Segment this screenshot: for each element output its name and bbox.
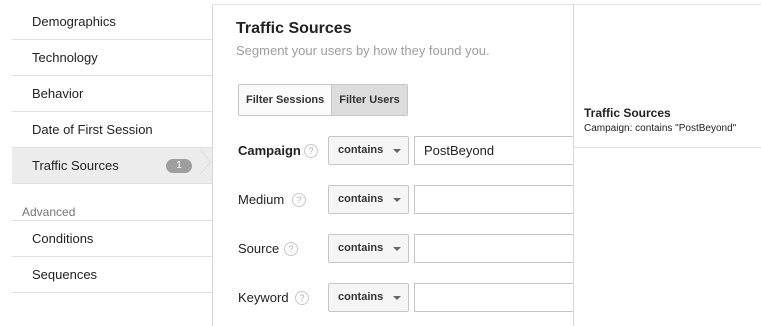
operator-value: contains <box>338 242 384 254</box>
sidebar-item-conditions[interactable]: Conditions <box>12 221 212 257</box>
sidebar-item-behavior[interactable]: Behavior <box>12 76 212 112</box>
sidebar-item-traffic-sources[interactable]: Traffic Sources 1 <box>12 148 212 184</box>
filter-value-input[interactable] <box>414 234 574 263</box>
help-icon[interactable]: ? <box>295 291 309 305</box>
help-icon[interactable]: ? <box>304 144 318 158</box>
chevron-down-icon <box>393 198 401 202</box>
top-divider <box>212 4 761 5</box>
filter-sessions-button[interactable]: Filter Sessions <box>239 85 332 115</box>
sidebar-item-date-of-first-session[interactable]: Date of First Session <box>12 112 212 148</box>
filter-label: Source <box>238 241 280 256</box>
sidebar-item-label: Demographics <box>32 14 116 29</box>
operator-select[interactable]: contains <box>328 136 409 165</box>
filter-scope-toggle: Filter Sessions Filter Users <box>238 84 408 116</box>
filter-row-keyword: Keyword ? contains <box>238 283 578 313</box>
sidebar-item-demographics[interactable]: Demographics <box>12 4 212 40</box>
filter-row-medium: Medium ? contains <box>238 185 578 215</box>
summary-title: Traffic Sources <box>584 106 671 120</box>
filter-count-badge: 1 <box>166 159 192 173</box>
chevron-down-icon <box>393 247 401 251</box>
sidebar-item-label: Behavior <box>32 86 84 101</box>
filter-label: Keyword <box>238 290 289 305</box>
advanced-section-label: Advanced <box>22 205 76 219</box>
sidebar-item-label: Conditions <box>32 231 94 246</box>
help-icon[interactable]: ? <box>292 193 306 207</box>
chevron-down-icon <box>393 149 401 153</box>
sidebar-item-label: Technology <box>32 50 98 65</box>
sidebar-item-label: Sequences <box>32 267 98 282</box>
sidebar-divider <box>212 4 213 326</box>
summary-divider <box>573 147 761 148</box>
operator-value: contains <box>338 193 384 205</box>
filter-label: Campaign <box>238 143 301 158</box>
operator-select[interactable]: contains <box>328 185 409 214</box>
filter-users-button[interactable]: Filter Users <box>331 85 407 115</box>
sidebar-item-sequences[interactable]: Sequences <box>12 257 212 293</box>
sidebar-item-label: Date of First Session <box>32 122 153 137</box>
operator-value: contains <box>338 291 384 303</box>
sidebar-item-label: Traffic Sources <box>32 158 119 173</box>
filter-value-input[interactable]: PostBeyond <box>414 136 574 165</box>
filter-value-input[interactable] <box>414 185 574 214</box>
summary-condition: Campaign: contains "PostBeyond" <box>584 123 737 134</box>
summary-panel-divider <box>573 4 574 326</box>
segment-category-sidebar: Demographics Technology Behavior Date of… <box>12 4 212 326</box>
section-subtitle: Segment your users by how they found you… <box>236 43 490 58</box>
chevron-down-icon <box>393 296 401 300</box>
operator-select[interactable]: contains <box>328 234 409 263</box>
operator-select[interactable]: contains <box>328 283 409 312</box>
help-icon[interactable]: ? <box>284 242 298 256</box>
filter-label: Medium <box>238 192 285 207</box>
filter-value-input[interactable] <box>414 283 574 312</box>
filter-row-campaign: Campaign ? contains PostBeyond <box>238 136 578 166</box>
active-pointer-arrow <box>200 150 210 174</box>
section-title: Traffic Sources <box>236 20 352 37</box>
sidebar-item-technology[interactable]: Technology <box>12 40 212 76</box>
filter-row-source: Source ? contains <box>238 234 578 264</box>
operator-value: contains <box>338 144 384 156</box>
